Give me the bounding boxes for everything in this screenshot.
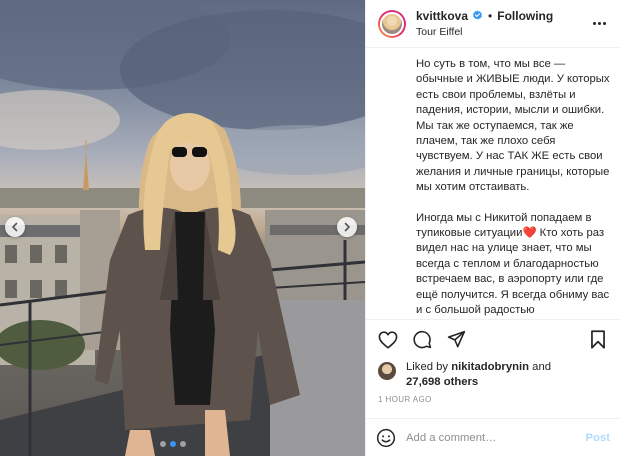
- paper-plane-icon: [447, 330, 465, 348]
- bookmark-icon: [591, 330, 605, 349]
- like-button[interactable]: [374, 326, 402, 354]
- comment-bar: Post: [366, 418, 620, 456]
- username-link[interactable]: kvittkova: [416, 9, 468, 23]
- comment-input[interactable]: [406, 431, 586, 444]
- heart-icon: [378, 330, 398, 349]
- liker-avatar[interactable]: [378, 362, 396, 380]
- caption-paragraph: Но суть в том, что мы все — обычные и ЖИ…: [416, 58, 610, 194]
- caption-paragraph: Иногда мы с Никитой попадаем в тупиковые…: [416, 211, 610, 319]
- post-caption: Но суть в том, что мы все — обычные и ЖИ…: [366, 49, 620, 319]
- post-header: kvittkova • Following Tour Eiffel: [366, 0, 620, 48]
- red-heart-emoji-icon: ❤️: [522, 227, 537, 240]
- avatar[interactable]: [378, 9, 406, 38]
- carousel-dot: [160, 441, 166, 447]
- liked-by-and: and: [529, 361, 552, 373]
- following-button[interactable]: Following: [497, 9, 553, 23]
- carousel-dot: [180, 441, 186, 447]
- verified-badge-icon: [472, 10, 483, 21]
- liker-username-link[interactable]: nikitadobrynin: [451, 361, 529, 373]
- more-options-icon[interactable]: [589, 18, 610, 29]
- post-actions-bar: [366, 319, 620, 359]
- chevron-right-icon: [344, 222, 350, 232]
- photo-scene: [0, 0, 365, 456]
- likes-summary: Liked by nikitadobrynin and 27,698 other…: [378, 360, 618, 389]
- location-link[interactable]: Tour Eiffel: [416, 26, 589, 39]
- save-button[interactable]: [584, 326, 612, 354]
- smiley-icon[interactable]: [376, 428, 396, 448]
- post-photo[interactable]: [0, 0, 365, 456]
- post-timestamp[interactable]: 1 HOUR AGO: [378, 395, 432, 404]
- carousel-prev-button[interactable]: [5, 217, 25, 237]
- carousel-next-button[interactable]: [337, 217, 357, 237]
- comment-icon: [412, 330, 431, 349]
- share-button[interactable]: [442, 326, 470, 354]
- carousel-indicator: [160, 441, 186, 447]
- caption-text: Кто хоть раз видел нас на улице знает, ч…: [416, 227, 610, 317]
- header-separator: •: [488, 8, 493, 23]
- post-side-panel: kvittkova • Following Tour Eiffel Но сут…: [365, 0, 620, 456]
- liked-by-prefix: Liked by: [406, 361, 452, 373]
- comment-button[interactable]: [408, 326, 436, 354]
- chevron-left-icon: [12, 222, 18, 232]
- post-comment-button[interactable]: Post: [586, 432, 610, 444]
- likes-count-link[interactable]: 27,698 others: [406, 376, 478, 388]
- carousel-dot-active: [170, 441, 176, 447]
